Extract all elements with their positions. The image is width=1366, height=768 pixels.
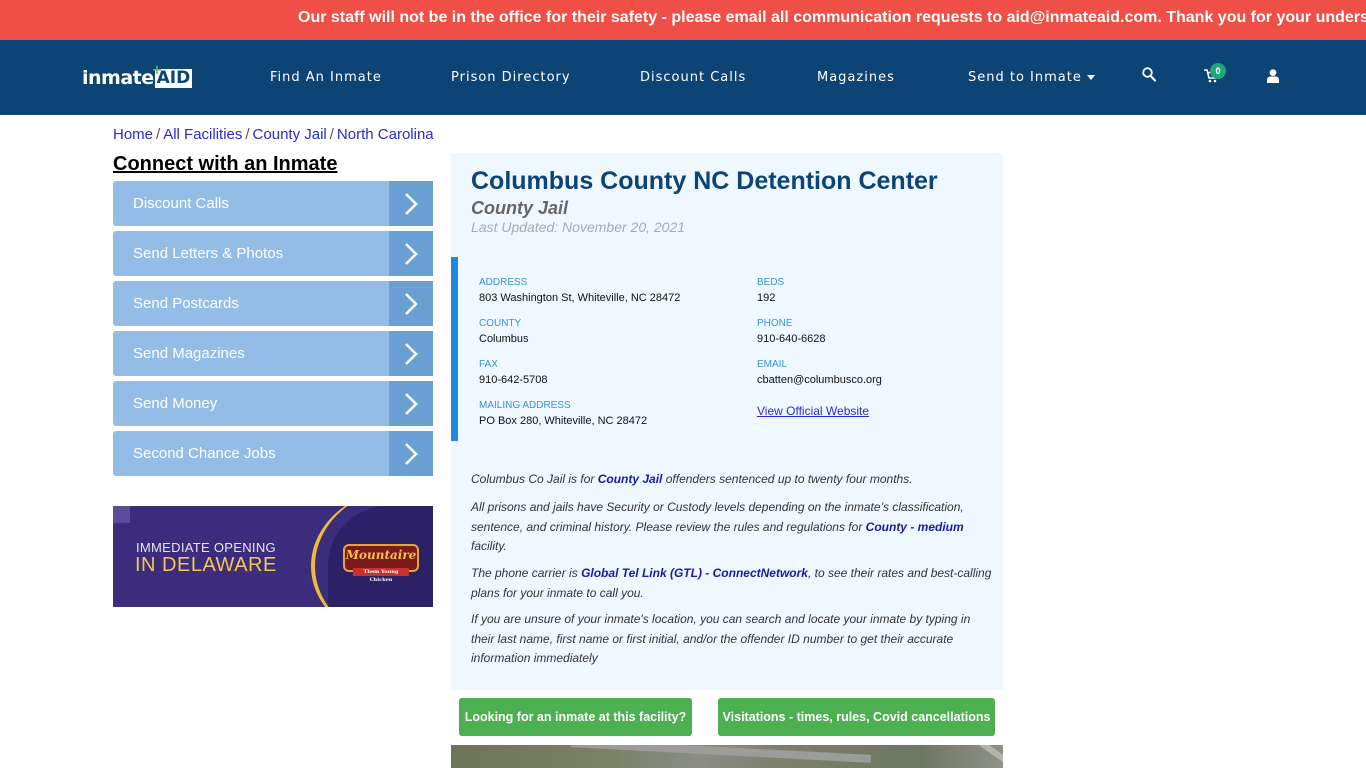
- paragraph-phone-carrier: The phone carrier is Global Tel Link (GT…: [471, 566, 992, 600]
- chevron-right-icon: [389, 231, 433, 276]
- breadcrumb-home[interactable]: Home: [113, 126, 153, 143]
- cart-count-badge: 0: [1210, 63, 1226, 79]
- facility-name: Columbus County NC Detention Center: [471, 167, 938, 195]
- chevron-right-icon: [389, 431, 433, 476]
- sidebar-send-money-button[interactable]: Send Money: [113, 381, 433, 426]
- sidebar-send-letters-button[interactable]: Send Letters & Photos: [113, 231, 433, 276]
- logo-text-inmate: inmate: [82, 67, 154, 89]
- nav-prison-directory[interactable]: Prison Directory: [451, 70, 571, 85]
- breadcrumb-north-carolina[interactable]: North Carolina: [337, 126, 434, 143]
- breadcrumb-county-jail[interactable]: County Jail: [253, 126, 327, 143]
- official-website-link[interactable]: View Official Website: [757, 404, 869, 418]
- chevron-right-icon: [389, 381, 433, 426]
- advertisement-banner[interactable]: IMMEDIATE OPENING IN DELAWARE Mountaire T…: [113, 506, 433, 607]
- search-icon[interactable]: [1142, 67, 1156, 87]
- address-field: ADDRESS 803 Washington St, Whiteville, N…: [479, 277, 681, 304]
- logo-plus-icon: +: [151, 62, 163, 78]
- main-navbar: inmate + AID Find An Inmate Prison Direct…: [0, 40, 1366, 115]
- sidebar-send-magazines-button[interactable]: Send Magazines: [113, 331, 433, 376]
- facility-satellite-map[interactable]: [451, 745, 1003, 768]
- breadcrumb-all-facilities[interactable]: All Facilities: [163, 126, 242, 143]
- facility-info-box: ADDRESS 803 Washington St, Whiteville, N…: [451, 257, 1003, 441]
- paragraph-search-help: If you are unsure of your inmate's locat…: [471, 612, 971, 665]
- paragraph-jail-type: Columbus Co Jail is for County Jail offe…: [471, 472, 913, 486]
- announcement-text: Our staff will not be in the office for …: [298, 9, 1366, 26]
- sidebar-title: Connect with an Inmate: [113, 153, 338, 175]
- phone-field: PHONE 910-640-6628: [757, 318, 826, 345]
- chevron-right-icon: [389, 331, 433, 376]
- phone-carrier-link[interactable]: Global Tel Link (GTL) - ConnectNetwork: [581, 566, 808, 580]
- fax-field: FAX 910-642-5708: [479, 359, 548, 386]
- chevron-right-icon: [389, 181, 433, 226]
- facility-card: Columbus County NC Detention Center Coun…: [451, 153, 1003, 690]
- ad-headline: IMMEDIATE OPENING: [136, 540, 276, 555]
- email-field: EMAIL cbatten@columbusco.org: [757, 359, 882, 386]
- mailing-address-field: MAILING ADDRESS PO Box 280, Whiteville, …: [479, 400, 648, 427]
- caret-down-icon: [1086, 75, 1095, 80]
- nav-send-to-inmate[interactable]: Send to Inmate: [968, 70, 1095, 85]
- logo-text-aid: + AID: [151, 62, 193, 88]
- facility-type: County Jail: [471, 198, 569, 218]
- beds-field: BEDS 192: [757, 277, 785, 304]
- last-updated: Last Updated: November 20, 2021: [471, 219, 686, 235]
- nav-find-inmate[interactable]: Find An Inmate: [270, 70, 382, 85]
- sidebar-second-chance-jobs-button[interactable]: Second Chance Jobs: [113, 431, 433, 476]
- site-logo[interactable]: inmate + AID: [82, 62, 193, 90]
- breadcrumb: Home / All Facilities / County Jail / North Ca…: [113, 126, 434, 143]
- find-inmate-at-facility-button[interactable]: Looking for an inmate at this facility?: [459, 698, 692, 736]
- sidebar-discount-calls-button[interactable]: Discount Calls: [113, 181, 433, 226]
- visitations-button[interactable]: Visitations - times, rules, Covid cancel…: [718, 698, 995, 736]
- nav-magazines[interactable]: Magazines: [817, 70, 895, 85]
- paragraph-security-levels: All prisons and jails have Security or C…: [471, 500, 964, 553]
- county-jail-link[interactable]: County Jail: [598, 472, 663, 486]
- official-website-field: View Official Website: [757, 402, 869, 420]
- user-icon[interactable]: [1267, 69, 1279, 88]
- sidebar-send-postcards-button[interactable]: Send Postcards: [113, 281, 433, 326]
- chevron-right-icon: [389, 281, 433, 326]
- county-field: COUNTY Columbus: [479, 318, 529, 345]
- ad-brand-logo: Mountaire Them Young Chicken: [343, 544, 419, 583]
- security-level-link[interactable]: County - medium: [866, 520, 964, 534]
- announcement-banner: Our staff will not be in the office for …: [0, 0, 1366, 40]
- ad-decoration: [113, 506, 130, 523]
- map-road: [570, 745, 872, 763]
- ad-subheadline: IN DELAWARE: [135, 554, 277, 576]
- nav-discount-calls[interactable]: Discount Calls: [640, 70, 746, 85]
- map-road: [946, 745, 1003, 768]
